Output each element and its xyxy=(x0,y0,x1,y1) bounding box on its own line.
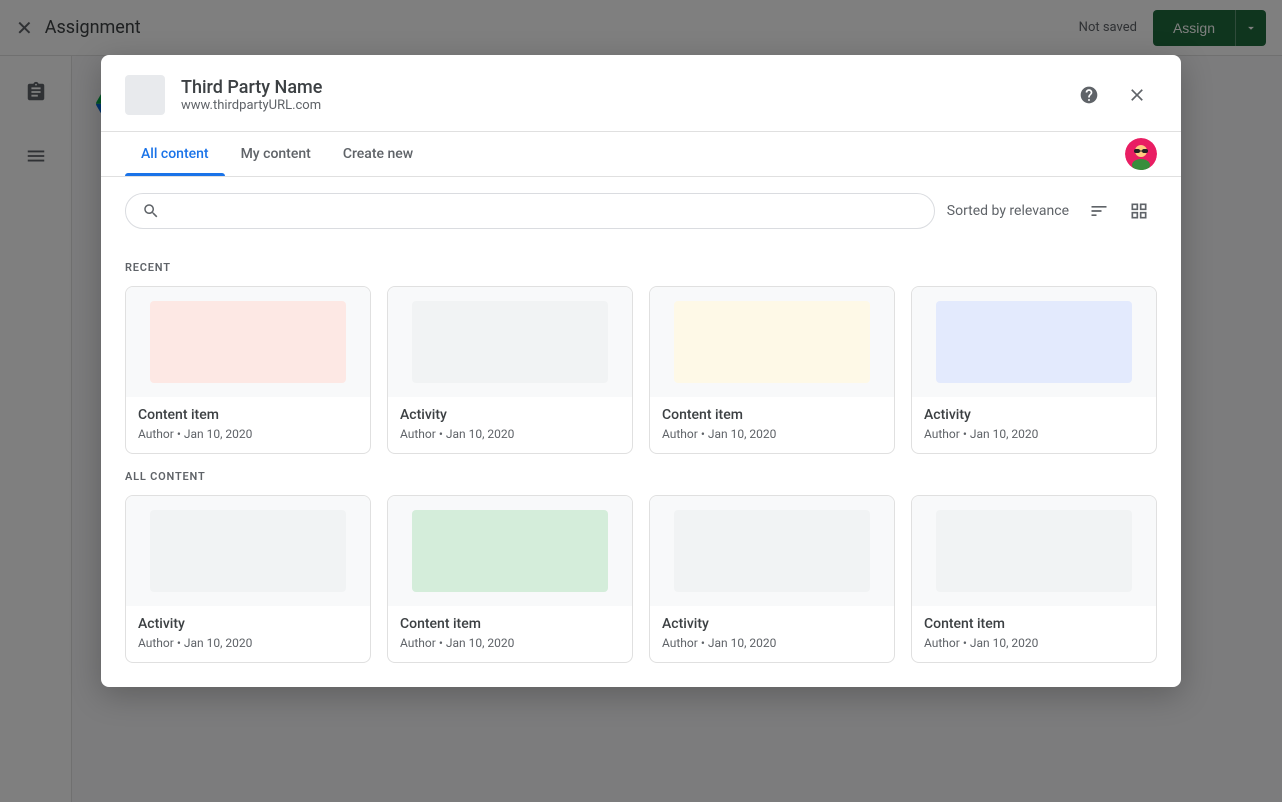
search-input-wrap[interactable] xyxy=(125,193,935,229)
card-7-thumb xyxy=(650,496,894,606)
card-7-thumb-inner xyxy=(674,510,869,593)
card-1[interactable]: Content item Author • Jan 10, 2020 xyxy=(125,286,371,454)
close-modal-button[interactable] xyxy=(1117,75,1157,115)
card-7-meta: Author • Jan 10, 2020 xyxy=(662,636,882,650)
card-1-meta: Author • Jan 10, 2020 xyxy=(138,427,358,441)
card-4-info: Activity Author • Jan 10, 2020 xyxy=(912,397,1156,453)
card-2-title: Activity xyxy=(400,407,620,423)
card-1-thumb xyxy=(126,287,370,397)
card-6-title: Content item xyxy=(400,616,620,632)
search-input[interactable] xyxy=(168,203,918,219)
card-7[interactable]: Activity Author • Jan 10, 2020 xyxy=(649,495,895,663)
card-8-meta: Author • Jan 10, 2020 xyxy=(924,636,1144,650)
view-icons xyxy=(1081,193,1157,229)
card-2-info: Activity Author • Jan 10, 2020 xyxy=(388,397,632,453)
tab-my-content[interactable]: My content xyxy=(225,132,327,176)
card-6[interactable]: Content item Author • Jan 10, 2020 xyxy=(387,495,633,663)
card-3[interactable]: Content item Author • Jan 10, 2020 xyxy=(649,286,895,454)
card-6-thumb-inner xyxy=(412,510,607,593)
card-1-thumb-inner xyxy=(150,301,345,384)
card-2-thumb-inner xyxy=(412,301,607,384)
card-6-meta: Author • Jan 10, 2020 xyxy=(400,636,620,650)
card-4-thumb-inner xyxy=(936,301,1131,384)
card-5-thumb xyxy=(126,496,370,606)
recent-section-label: RECENT xyxy=(125,261,1157,274)
recent-cards-grid: Content item Author • Jan 10, 2020 Activ… xyxy=(125,286,1157,454)
card-6-thumb xyxy=(388,496,632,606)
card-7-title: Activity xyxy=(662,616,882,632)
card-3-title: Content item xyxy=(662,407,882,423)
card-3-thumb xyxy=(650,287,894,397)
card-4-thumb xyxy=(912,287,1156,397)
modal-title-block: Third Party Name www.thirdpartyURL.com xyxy=(181,77,1069,113)
sort-icon-button[interactable] xyxy=(1081,193,1117,229)
card-3-meta: Author • Jan 10, 2020 xyxy=(662,427,882,441)
help-button[interactable] xyxy=(1069,75,1109,115)
card-5-info: Activity Author • Jan 10, 2020 xyxy=(126,606,370,662)
card-2-thumb xyxy=(388,287,632,397)
modal-header-actions xyxy=(1069,75,1157,115)
tab-create-new[interactable]: Create new xyxy=(327,132,429,176)
grid-view-button[interactable] xyxy=(1121,193,1157,229)
card-3-thumb-inner xyxy=(674,301,869,384)
card-2-meta: Author • Jan 10, 2020 xyxy=(400,427,620,441)
card-2[interactable]: Activity Author • Jan 10, 2020 xyxy=(387,286,633,454)
card-6-info: Content item Author • Jan 10, 2020 xyxy=(388,606,632,662)
card-8-title: Content item xyxy=(924,616,1144,632)
card-8-thumb xyxy=(912,496,1156,606)
modal-header: Third Party Name www.thirdpartyURL.com xyxy=(101,55,1181,132)
modal-overlay: Third Party Name www.thirdpartyURL.com A… xyxy=(0,0,1282,802)
card-4-meta: Author • Jan 10, 2020 xyxy=(924,427,1144,441)
sort-label: Sorted by relevance xyxy=(947,203,1069,219)
card-4[interactable]: Activity Author • Jan 10, 2020 xyxy=(911,286,1157,454)
modal-body: RECENT Content item Author • Jan 10, 202… xyxy=(101,245,1181,687)
modal-logo xyxy=(125,75,165,115)
card-8-info: Content item Author • Jan 10, 2020 xyxy=(912,606,1156,662)
card-8[interactable]: Content item Author • Jan 10, 2020 xyxy=(911,495,1157,663)
card-4-title: Activity xyxy=(924,407,1144,423)
tab-all-content[interactable]: All content xyxy=(125,132,225,176)
card-5-title: Activity xyxy=(138,616,358,632)
all-content-cards-grid: Activity Author • Jan 10, 2020 Content i… xyxy=(125,495,1157,663)
card-5-thumb-inner xyxy=(150,510,345,593)
modal-url: www.thirdpartyURL.com xyxy=(181,98,1069,113)
card-8-thumb-inner xyxy=(936,510,1131,593)
card-1-title: Content item xyxy=(138,407,358,423)
modal-title: Third Party Name xyxy=(181,77,1069,98)
card-1-info: Content item Author • Jan 10, 2020 xyxy=(126,397,370,453)
card-5[interactable]: Activity Author • Jan 10, 2020 xyxy=(125,495,371,663)
search-bar: Sorted by relevance xyxy=(101,177,1181,245)
user-avatar[interactable] xyxy=(1125,138,1157,170)
all-content-section-label: ALL CONTENT xyxy=(125,470,1157,483)
search-icon xyxy=(142,202,160,220)
content-picker-modal: Third Party Name www.thirdpartyURL.com A… xyxy=(101,55,1181,687)
card-3-info: Content item Author • Jan 10, 2020 xyxy=(650,397,894,453)
card-5-meta: Author • Jan 10, 2020 xyxy=(138,636,358,650)
modal-tabs: All content My content Create new xyxy=(101,132,1181,177)
card-7-info: Activity Author • Jan 10, 2020 xyxy=(650,606,894,662)
